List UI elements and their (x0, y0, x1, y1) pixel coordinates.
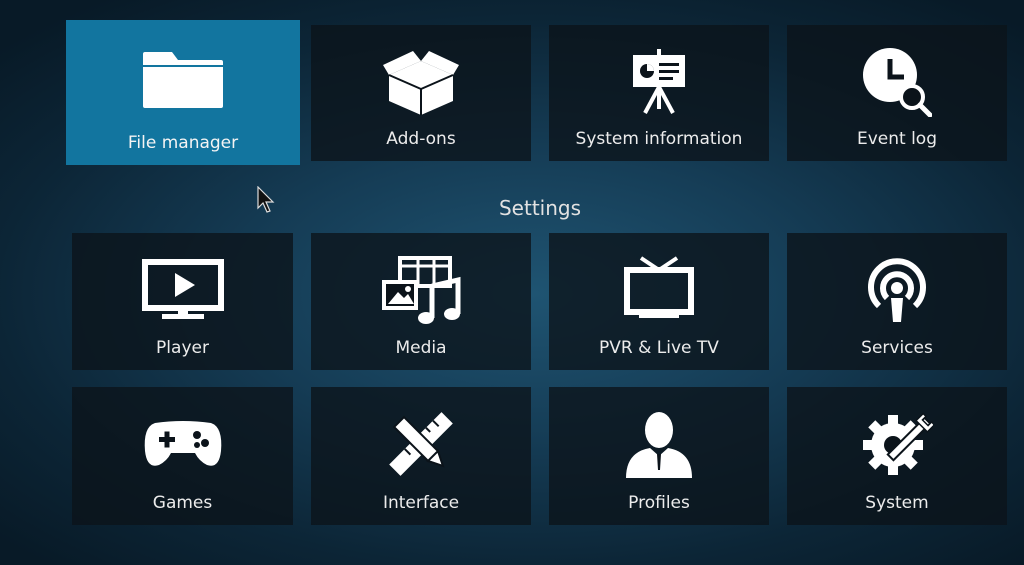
tile-games[interactable]: Games (72, 387, 293, 525)
tile-label: File manager (127, 133, 239, 153)
media-photo-film-music-icon (311, 255, 531, 325)
tile-label: System information (575, 129, 743, 149)
tile-file-manager[interactable]: File manager (66, 20, 300, 165)
open-box-icon (311, 47, 531, 117)
tile-system-information[interactable]: System information (549, 25, 769, 161)
gamepad-icon (72, 409, 293, 479)
tile-label: Services (861, 338, 933, 358)
tile-label: System (865, 493, 929, 513)
presentation-easel-icon (549, 47, 769, 117)
tile-system[interactable]: System (787, 387, 1007, 525)
pencil-ruler-icon (311, 409, 531, 479)
tile-add-ons[interactable]: Add-ons (311, 25, 531, 161)
section-title-settings: Settings (498, 196, 582, 220)
broadcast-signal-icon (787, 255, 1007, 325)
tile-label: Games (152, 493, 213, 513)
tile-label: Interface (382, 493, 460, 513)
folder-icon (66, 42, 300, 112)
tile-event-log[interactable]: Event log (787, 25, 1007, 161)
gear-wrench-icon (787, 409, 1007, 479)
tile-media[interactable]: Media (311, 233, 531, 370)
tile-label: Profiles (628, 493, 690, 513)
tv-antenna-icon (549, 255, 769, 325)
tile-label: Event log (856, 129, 938, 149)
user-silhouette-icon (549, 409, 769, 479)
tile-interface[interactable]: Interface (311, 387, 531, 525)
tile-label: PVR & Live TV (599, 338, 719, 358)
tile-profiles[interactable]: Profiles (549, 387, 769, 525)
tile-pvr-live-tv[interactable]: PVR & Live TV (549, 233, 769, 370)
tile-label: Add-ons (386, 129, 456, 149)
tv-play-icon (72, 255, 293, 325)
tile-services[interactable]: Services (787, 233, 1007, 370)
clock-search-icon (787, 47, 1007, 117)
tile-label: Player (156, 338, 209, 358)
tile-label: Media (395, 338, 447, 358)
tile-player[interactable]: Player (72, 233, 293, 370)
